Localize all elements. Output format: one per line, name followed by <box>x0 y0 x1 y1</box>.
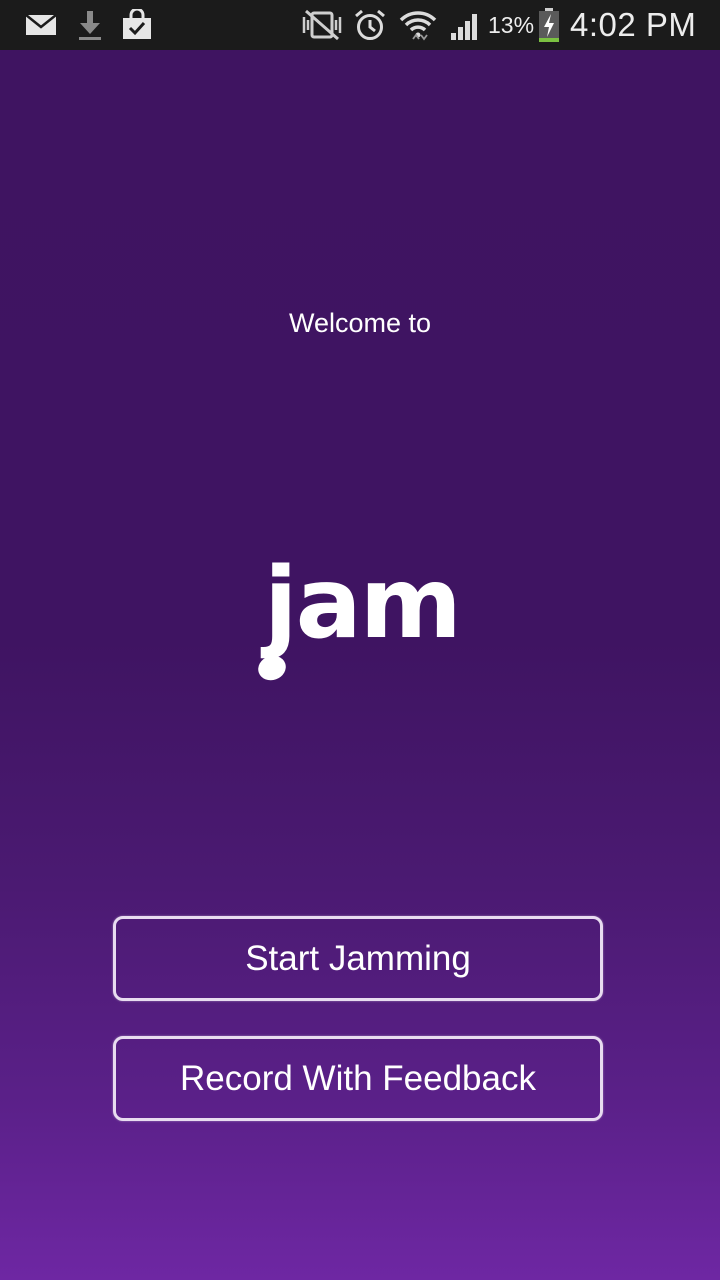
battery-percent: 13% <box>488 12 535 38</box>
status-bar: 13% 4:02 PM <box>0 0 720 50</box>
wifi-icon <box>398 6 438 44</box>
welcome-text: Welcome to <box>288 308 432 338</box>
download-icon <box>76 6 104 44</box>
battery-charging-icon <box>536 6 562 44</box>
no-signal-vibrate-icon <box>300 6 344 44</box>
mail-icon <box>24 6 58 44</box>
start-jamming-button[interactable]: Start Jamming <box>113 916 603 1001</box>
cell-signal-icon <box>448 6 484 44</box>
alarm-clock-icon <box>352 6 388 44</box>
music-note-icon <box>252 635 296 683</box>
clock: 4:02 PM <box>570 6 697 43</box>
shopping-bag-check-icon <box>120 6 154 44</box>
welcome-screen: Welcome to jam Start Jamming Record With… <box>0 50 720 1280</box>
start-jamming-label: Start Jamming <box>245 938 471 978</box>
record-with-feedback-label: Record With Feedback <box>180 1058 536 1098</box>
record-with-feedback-button[interactable]: Record With Feedback <box>113 1036 603 1121</box>
